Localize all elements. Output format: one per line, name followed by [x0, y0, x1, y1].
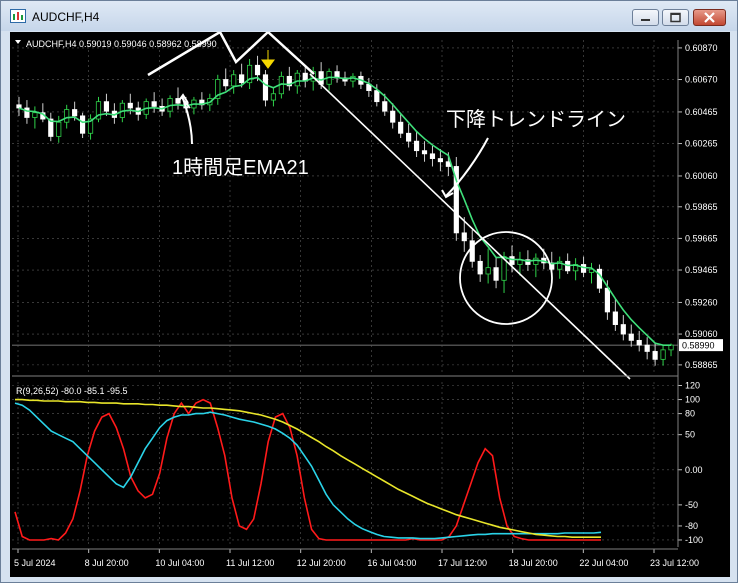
- candle-body: [32, 112, 38, 118]
- indicator-tick-label: 50: [685, 430, 695, 440]
- candle-body: [103, 101, 110, 112]
- candle-body: [80, 115, 86, 134]
- candle-body: [24, 107, 30, 118]
- price-tick-label: 0.58865: [685, 360, 718, 370]
- indicator-tick-label: 80: [685, 409, 695, 419]
- indicator-tick-label: 120: [685, 381, 700, 391]
- candle-body: [406, 132, 412, 142]
- symbol-header: AUDCHF,H4 0.59019 0.59046 0.58962 0.5899…: [26, 39, 217, 49]
- time-tick-label: 18 Jul 20:00: [509, 558, 558, 568]
- candle-body: [127, 102, 133, 109]
- candle-body: [596, 268, 603, 289]
- candle-body: [580, 264, 587, 273]
- indicator-tick-label: 0.00: [685, 465, 703, 475]
- candle-body: [485, 267, 491, 275]
- ema-annotation-label: 1時間足EMA21: [172, 156, 309, 179]
- candle-body: [390, 110, 396, 123]
- maximize-icon: [670, 12, 681, 23]
- candle-body: [493, 267, 499, 281]
- price-tick-label: 0.59865: [685, 202, 718, 212]
- time-tick-label: 16 Jul 04:00: [367, 558, 416, 568]
- close-icon: [704, 12, 715, 23]
- chart-icon: [10, 9, 26, 23]
- candle-body: [509, 256, 515, 265]
- price-tick-label: 0.60670: [685, 75, 718, 85]
- candle-body: [477, 260, 483, 275]
- candle-body: [374, 90, 380, 103]
- candle-body: [469, 240, 475, 262]
- indicator-series-line: [14, 402, 602, 540]
- candle-body: [64, 109, 70, 123]
- time-tick-label: 17 Jul 12:00: [438, 558, 487, 568]
- candle-body: [270, 93, 277, 101]
- chart-window: AUDCHF,H4 0.60870 0.60670 0.60465 0.60265 0.…: [0, 0, 738, 583]
- candle-body: [382, 101, 388, 112]
- candle-body: [636, 339, 642, 346]
- candle-body: [628, 333, 634, 341]
- window-title: AUDCHF,H4: [32, 10, 100, 24]
- time-tick-label: 22 Jul 04:00: [579, 558, 628, 568]
- price-tick-label: 0.60465: [685, 107, 718, 117]
- chart-area[interactable]: 0.60870 0.60670 0.60465 0.60265 0.60060 0.598…: [10, 32, 730, 577]
- time-tick-label: 10 Jul 04:00: [155, 558, 204, 568]
- candle-body: [620, 324, 626, 335]
- candle-body: [16, 104, 22, 109]
- indicator-header: R(9,26,52) -80.0 -85.1 -95.5: [16, 386, 128, 396]
- candle-body: [239, 74, 245, 84]
- time-tick-label: 5 Jul 2024: [14, 558, 56, 568]
- indicator-tick-label: -50: [685, 500, 698, 510]
- candle-body: [398, 121, 404, 134]
- indicator-tick-label: -80: [685, 521, 698, 531]
- candle-body: [223, 79, 229, 87]
- time-tick-label: 8 Jul 20:00: [85, 558, 129, 568]
- candle-body: [437, 158, 444, 163]
- candle-body: [429, 153, 436, 159]
- close-button[interactable]: [693, 9, 726, 26]
- candle-body: [604, 287, 610, 313]
- maximize-button[interactable]: [662, 9, 689, 26]
- time-tick-label: 12 Jul 20:00: [297, 558, 346, 568]
- price-tick-label: 0.60265: [685, 139, 718, 149]
- candle-body: [72, 109, 78, 117]
- candle-body: [294, 72, 300, 87]
- indicator-tick-label: 100: [685, 395, 700, 405]
- candle-body: [652, 351, 658, 360]
- candle-body: [612, 311, 618, 325]
- candle-body: [56, 121, 62, 137]
- time-tick-label: 11 Jul 12:00: [226, 558, 274, 568]
- candle-body: [533, 257, 539, 265]
- price-tick-label: 0.59260: [685, 297, 718, 307]
- candle-body: [254, 64, 261, 76]
- price-tick-label: 0.60060: [685, 171, 718, 181]
- price-tick-label: 0.59665: [685, 233, 718, 243]
- candle-body: [461, 232, 467, 242]
- candle-body: [660, 349, 666, 360]
- current-price-label: 0.58990: [682, 341, 715, 351]
- minimize-icon: [641, 19, 650, 21]
- price-tick-label: 0.59060: [685, 329, 718, 339]
- candle-body: [231, 74, 237, 87]
- time-tick-label: 23 Jul 12:00: [650, 558, 699, 568]
- candle-body: [421, 150, 428, 155]
- candle-body: [262, 74, 269, 101]
- trend-annotation-label: 下降トレンドライン: [446, 108, 626, 131]
- title-bar[interactable]: AUDCHF,H4: [1, 1, 737, 31]
- candle-body: [151, 101, 157, 107]
- chart-canvas[interactable]: 0.60870 0.60670 0.60465 0.60265 0.60060 0.598…: [10, 32, 730, 577]
- price-tick-label: 0.59465: [685, 265, 718, 275]
- candle-body: [644, 344, 650, 352]
- minimize-button[interactable]: [632, 9, 659, 26]
- chart-menu-icon[interactable]: [15, 40, 21, 44]
- candle-body: [413, 140, 420, 152]
- indicator-tick-label: -100: [685, 535, 703, 545]
- price-tick-label: 0.60870: [685, 43, 718, 53]
- down-arrow-icon: [261, 50, 275, 69]
